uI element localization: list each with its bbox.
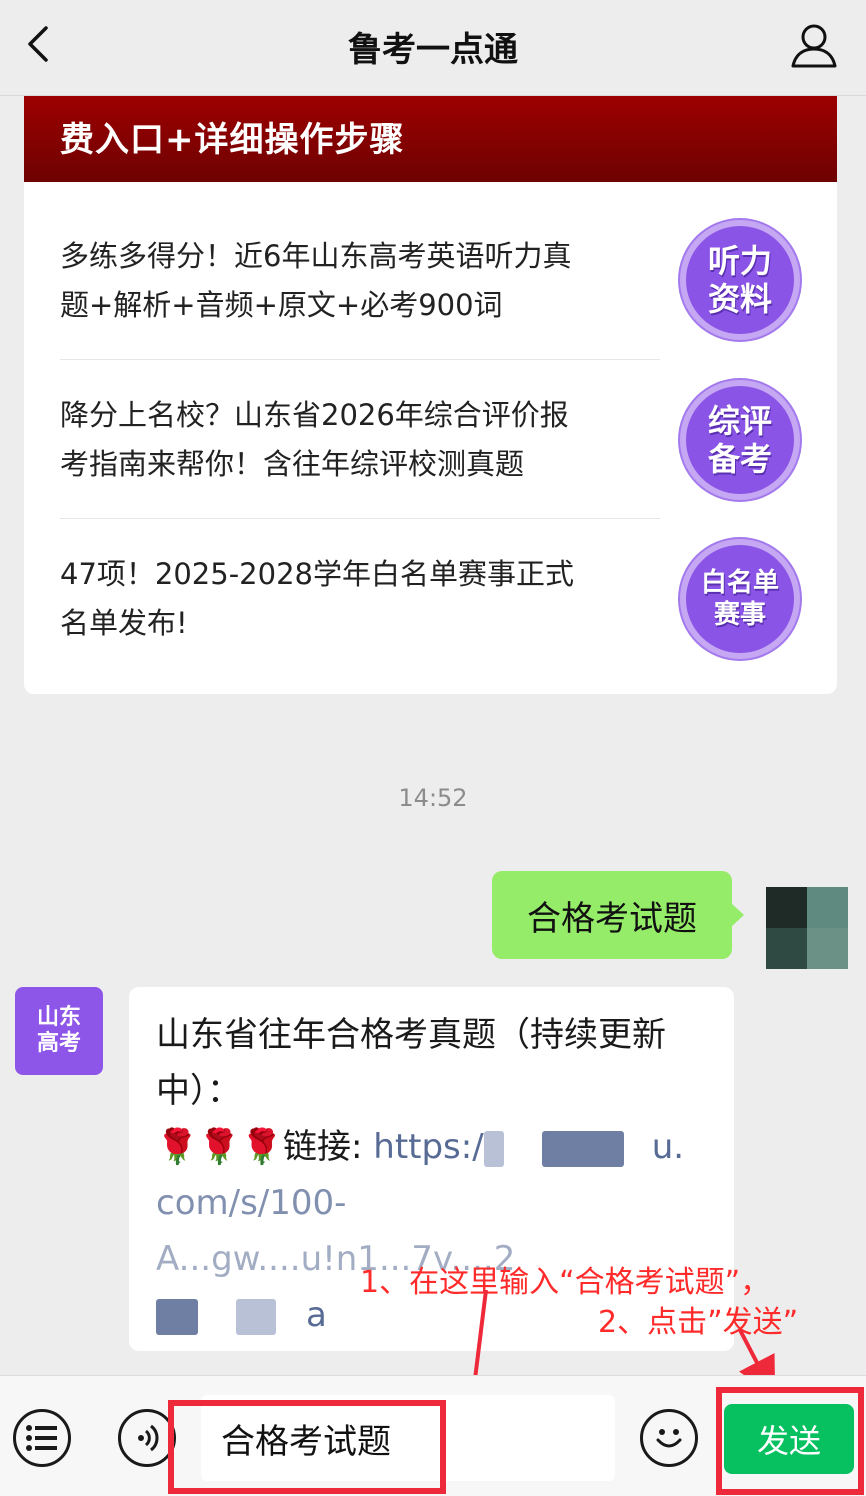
message-text-line: 山东省往年合格考真题（持续更新 — [156, 1015, 666, 1055]
instruction-step-1: 1、在这里输入“合格考试题”， — [360, 1265, 771, 1300]
article-title-line: 降分上名校？山东省2026年综合评价报 — [60, 398, 569, 432]
article-item-evaluation[interactable]: 降分上名校？山东省2026年综合评价报 考指南来帮你！含往年综评校测真题 — [60, 391, 660, 489]
divider — [60, 518, 660, 519]
message-text-line: 中）： — [156, 1071, 241, 1111]
badge-listening-icon: 听力 资料 — [680, 220, 800, 340]
article-title-line: 名单发布! — [60, 606, 188, 640]
bot-avatar[interactable]: 山东 高考 — [15, 987, 103, 1075]
instruction-step-2: 2、点击”发送” — [598, 1305, 799, 1340]
article-item-whitelist[interactable]: 47项！2025-2028学年白名单赛事正式 名单发布! — [60, 550, 660, 648]
article-card: 费入口+详细操作步骤 多练多得分！近6年山东高考英语听力真 题+解析+音频+原文… — [24, 96, 837, 694]
message-timestamp: 14:52 — [398, 784, 468, 812]
menu-list-icon[interactable] — [13, 1409, 71, 1467]
chat-title: 鲁考一点通 — [348, 30, 518, 70]
send-highlight-box — [716, 1387, 864, 1495]
profile-icon[interactable] — [788, 20, 840, 72]
divider — [60, 359, 660, 360]
article-item-listening[interactable]: 多练多得分！近6年山东高考英语听力真 题+解析+音频+原文+必考900词 — [60, 232, 660, 330]
outgoing-message-bubble[interactable]: 合格考试题 — [492, 871, 744, 959]
article-title-line: 多练多得分！近6年山东高考英语听力真 — [60, 239, 572, 273]
top-nav-bar: 鲁考一点通 — [0, 0, 866, 96]
link-url-part[interactable]: a — [306, 1295, 327, 1335]
badge-whitelist-icon: 白名单 赛事 — [680, 539, 800, 659]
article-title-line: 题+解析+音频+原文+必考900词 — [60, 288, 503, 322]
link-url-part[interactable]: com/s/100- — [156, 1183, 346, 1223]
user-avatar[interactable] — [766, 887, 848, 969]
link-url-start[interactable]: https:/ — [373, 1127, 483, 1167]
input-highlight-box — [168, 1400, 446, 1494]
badge-evaluation-icon: 综评 备考 — [680, 380, 800, 500]
link-url-end[interactable]: u. — [652, 1127, 684, 1167]
link-line: 🌹🌹🌹链接: https:/ u. — [156, 1119, 714, 1175]
link-line: com/s/100- — [156, 1175, 714, 1231]
article-title-line: 考指南来帮你！含往年综评校测真题 — [60, 447, 525, 481]
link-label: 🌹🌹🌹链接: — [156, 1127, 374, 1167]
card-banner[interactable]: 费入口+详细操作步骤 — [24, 96, 837, 182]
article-title-line: 47项！2025-2028学年白名单赛事正式 — [60, 557, 574, 591]
emoji-icon[interactable] — [640, 1409, 698, 1467]
